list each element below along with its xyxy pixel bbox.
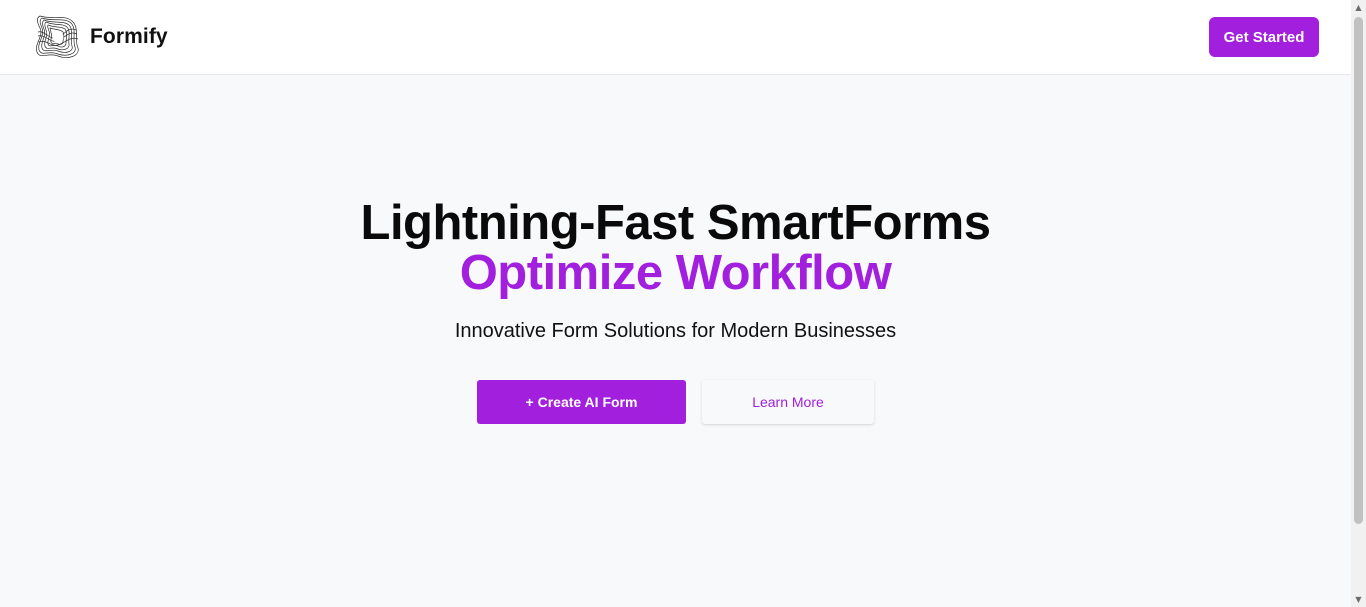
- hero-section: Lightning-Fast SmartForms Optimize Workf…: [0, 75, 1351, 607]
- brand-name: Formify: [90, 25, 168, 48]
- scroll-down-arrow-icon[interactable]: ▼: [1351, 592, 1366, 607]
- wireframe-knot-logo-icon: [36, 15, 79, 58]
- page: Formify Get Started Lightning-Fast Smart…: [0, 0, 1366, 607]
- hero-headline-accent: Optimize Workflow: [459, 246, 892, 300]
- top-navbar: Formify Get Started: [0, 0, 1351, 75]
- hero-subtitle: Innovative Form Solutions for Modern Bus…: [454, 320, 897, 342]
- learn-more-button[interactable]: Learn More: [702, 380, 874, 424]
- scrollbar-thumb[interactable]: [1354, 17, 1363, 524]
- vertical-scrollbar[interactable]: ▲ ▼: [1351, 0, 1366, 607]
- brand-home-link[interactable]: Formify: [34, 12, 168, 62]
- hero-headline: Lightning-Fast SmartForms: [360, 196, 991, 250]
- create-ai-form-button[interactable]: + Create AI Form: [477, 380, 686, 424]
- main-content: Formify Get Started Lightning-Fast Smart…: [0, 0, 1351, 607]
- get-started-button[interactable]: Get Started: [1209, 17, 1319, 57]
- scroll-up-arrow-icon[interactable]: ▲: [1351, 0, 1366, 15]
